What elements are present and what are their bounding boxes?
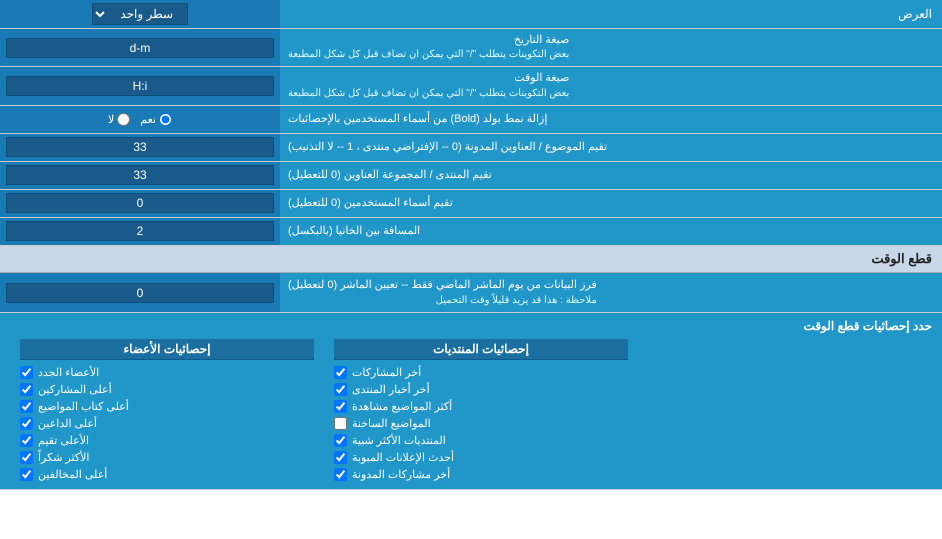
users-order-row: تقيم أسماء المستخدمين (0 للتعطيل) [0, 190, 942, 218]
cutoff-label-line2: ملاحظة : هذا قد يزيد قليلاً وقت التحميل [288, 293, 597, 308]
cutoff-input-wrapper [0, 273, 280, 313]
date-format-row: صيغة التاريخ بعض التكوينات يتطلب "/" الت… [0, 29, 942, 67]
stats-item-mem-4-label: الأعلى تقيم [38, 434, 89, 447]
stats-item-post-6: أخر مشاركات المدونة [334, 466, 628, 483]
stats-container: حدد إحصائيات قطع الوقت إحصائيات المنتديا… [0, 313, 942, 490]
bold-remove-yes-radio[interactable] [159, 113, 172, 126]
stats-item-mem-2-label: أعلى كتاب المواضيع [38, 400, 129, 413]
stats-item-mem-6: أعلى المخالفين [20, 466, 314, 483]
stats-item-post-0: أخر المشاركات [334, 364, 628, 381]
stats-item-mem-3-checkbox[interactable] [20, 417, 33, 430]
main-container: العرض سطر واحد سطرين ثلاثة أسطر صيغة الت… [0, 0, 942, 490]
forum-order-row: تقيم المنتدى / المجموعة العناوين (0 للتع… [0, 162, 942, 190]
bold-remove-label: إزالة نمط بولد (Bold) من أسماء المستخدمي… [280, 106, 942, 133]
stats-empty [638, 339, 932, 483]
stats-item-mem-1: أعلى المشاركين [20, 381, 314, 398]
cutoff-label: فرز البيانات من يوم الماشر الماضي فقط --… [280, 273, 942, 313]
time-format-row: صيغة الوقت بعض التكوينات يتطلب "/" التي … [0, 67, 942, 105]
stats-header-row: حدد إحصائيات قطع الوقت [10, 319, 932, 333]
stats-members-title: إحصائيات الأعضاء [20, 339, 314, 360]
bold-remove-row: إزالة نمط بولد (Bold) من أسماء المستخدمي… [0, 106, 942, 134]
forum-order-input[interactable] [6, 165, 274, 185]
display-row: العرض سطر واحد سطرين ثلاثة أسطر [0, 0, 942, 29]
topic-order-input-wrapper [0, 134, 280, 161]
stats-item-post-2-checkbox[interactable] [334, 400, 347, 413]
stats-item-mem-2: أعلى كتاب المواضيع [20, 398, 314, 415]
stats-item-mem-4: الأعلى تقيم [20, 432, 314, 449]
stats-members-col: إحصائيات الأعضاء الأعضاء الجدد أعلى المش… [10, 339, 324, 483]
stats-item-mem-3-label: أعلى الداعين [38, 417, 97, 430]
stats-item-mem-5-checkbox[interactable] [20, 451, 33, 464]
gap-input-wrapper [0, 218, 280, 245]
bold-remove-no-label[interactable]: لا [108, 113, 130, 126]
stats-item-post-1-checkbox[interactable] [334, 383, 347, 396]
stats-header-label: حدد إحصائيات قطع الوقت [10, 319, 932, 333]
time-format-label: صيغة الوقت بعض التكوينات يتطلب "/" التي … [280, 67, 942, 104]
date-format-input-wrapper [0, 29, 280, 66]
bold-remove-yes-text: نعم [140, 113, 156, 126]
display-select-wrapper: سطر واحد سطرين ثلاثة أسطر [0, 0, 280, 28]
stats-item-post-0-label: أخر المشاركات [352, 366, 421, 379]
stats-columns: إحصائيات المنتديات أخر المشاركات أخر أخب… [10, 339, 932, 483]
stats-item-post-1: أخر أخبار المنتدى [334, 381, 628, 398]
stats-item-post-2: أكثر المواضيع مشاهدة [334, 398, 628, 415]
time-format-input[interactable] [6, 76, 274, 96]
stats-item-post-3-label: المواضيع الساخنة [352, 417, 431, 430]
gap-label: المسافة بين الخانيا (بالبكسل) [280, 218, 942, 245]
stats-item-post-4: المنتديات الأكثر شبية [334, 432, 628, 449]
forum-order-input-wrapper [0, 162, 280, 189]
users-order-input[interactable] [6, 193, 274, 213]
stats-item-post-4-checkbox[interactable] [334, 434, 347, 447]
stats-item-mem-4-checkbox[interactable] [20, 434, 33, 447]
stats-item-post-6-checkbox[interactable] [334, 468, 347, 481]
topic-order-row: تقيم الموضوع / العناوين المدونة (0 -- ال… [0, 134, 942, 162]
stats-item-mem-3: أعلى الداعين [20, 415, 314, 432]
stats-item-mem-5: الأكثر شكراً [20, 449, 314, 466]
date-format-label: صيغة التاريخ بعض التكوينات يتطلب "/" الت… [280, 29, 942, 66]
stats-item-mem-5-label: الأكثر شكراً [38, 451, 89, 464]
stats-item-post-3: المواضيع الساخنة [334, 415, 628, 432]
cutoff-label-line1: فرز البيانات من يوم الماشر الماضي فقط --… [288, 277, 597, 294]
users-order-input-wrapper [0, 190, 280, 217]
bold-remove-yes-label[interactable]: نعم [140, 113, 172, 126]
gap-row: المسافة بين الخانيا (بالبكسل) [0, 218, 942, 246]
stats-item-post-5: أحدث الإعلانات المبوبة [334, 449, 628, 466]
bold-remove-radio-group: نعم لا [108, 113, 172, 126]
stats-item-post-2-label: أكثر المواضيع مشاهدة [352, 400, 452, 413]
stats-item-mem-0-checkbox[interactable] [20, 366, 33, 379]
stats-item-mem-6-label: أعلى المخالفين [38, 468, 107, 481]
topic-order-label: تقيم الموضوع / العناوين المدونة (0 -- ال… [280, 134, 942, 161]
stats-item-post-6-label: أخر مشاركات المدونة [352, 468, 450, 481]
stats-item-post-4-label: المنتديات الأكثر شبية [352, 434, 446, 447]
stats-item-mem-6-checkbox[interactable] [20, 468, 33, 481]
display-select[interactable]: سطر واحد سطرين ثلاثة أسطر [92, 3, 188, 25]
forum-order-label: تقيم المنتدى / المجموعة العناوين (0 للتع… [280, 162, 942, 189]
cutoff-section-header: قطع الوقت [0, 246, 942, 273]
users-order-label: تقيم أسماء المستخدمين (0 للتعطيل) [280, 190, 942, 217]
stats-item-mem-2-checkbox[interactable] [20, 400, 33, 413]
stats-item-post-5-checkbox[interactable] [334, 451, 347, 464]
bold-remove-radio-wrapper: نعم لا [0, 106, 280, 133]
stats-item-mem-1-checkbox[interactable] [20, 383, 33, 396]
date-format-input[interactable] [6, 38, 274, 58]
bold-remove-no-radio[interactable] [117, 113, 130, 126]
cutoff-input[interactable] [6, 283, 274, 303]
cutoff-row: فرز البيانات من يوم الماشر الماضي فقط --… [0, 273, 942, 314]
stats-item-post-5-label: أحدث الإعلانات المبوبة [352, 451, 454, 464]
stats-item-mem-1-label: أعلى المشاركين [38, 383, 112, 396]
display-label: العرض [280, 3, 942, 25]
time-format-input-wrapper [0, 67, 280, 104]
stats-item-post-1-label: أخر أخبار المنتدى [352, 383, 430, 396]
stats-item-post-3-checkbox[interactable] [334, 417, 347, 430]
stats-item-mem-0: الأعضاء الجدد [20, 364, 314, 381]
stats-item-post-0-checkbox[interactable] [334, 366, 347, 379]
gap-input[interactable] [6, 221, 274, 241]
bold-remove-no-text: لا [108, 113, 114, 126]
stats-item-mem-0-label: الأعضاء الجدد [38, 366, 99, 379]
topic-order-input[interactable] [6, 137, 274, 157]
stats-posts-title: إحصائيات المنتديات [334, 339, 628, 360]
stats-posts-col: إحصائيات المنتديات أخر المشاركات أخر أخب… [324, 339, 638, 483]
